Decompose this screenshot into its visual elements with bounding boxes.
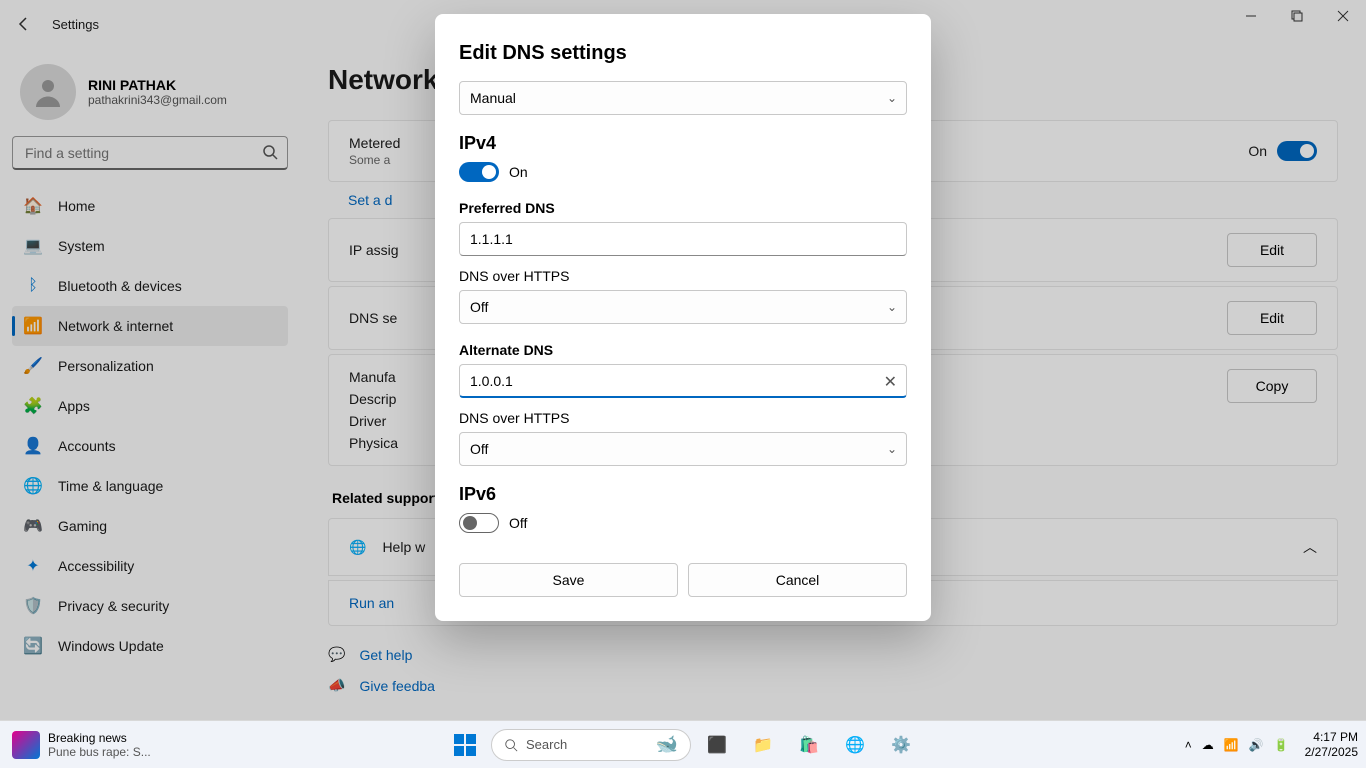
- folder-icon: 📁: [753, 735, 773, 755]
- edge-icon: 🌐: [845, 735, 865, 755]
- edge-button[interactable]: 🌐: [835, 725, 875, 765]
- windows-icon: [454, 734, 476, 756]
- gear-icon: ⚙️: [891, 735, 911, 755]
- search-decoration-icon: 🐋: [656, 734, 678, 755]
- ipv4-toggle-label: On: [509, 164, 528, 180]
- widget-sub: Pune bus rape: S...: [48, 745, 151, 759]
- ipv6-toggle-label: Off: [509, 515, 527, 531]
- ipv6-heading: IPv6: [459, 484, 907, 505]
- news-widget[interactable]: Breaking news Pune bus rape: S...: [0, 731, 151, 759]
- dns-mode-select[interactable]: Manual: [459, 81, 907, 115]
- preferred-dns-label: Preferred DNS: [459, 200, 907, 216]
- explorer-button[interactable]: 📁: [743, 725, 783, 765]
- modal-overlay: Edit DNS settings Manual ⌄ IPv4 On Prefe…: [0, 0, 1366, 768]
- settings-taskbar-button[interactable]: ⚙️: [881, 725, 921, 765]
- clear-input-icon[interactable]: ✕: [884, 372, 897, 392]
- doh1-label: DNS over HTTPS: [459, 268, 907, 284]
- store-button[interactable]: 🛍️: [789, 725, 829, 765]
- ipv6-toggle[interactable]: [459, 513, 499, 533]
- store-icon: 🛍️: [799, 735, 819, 755]
- taskbar: Breaking news Pune bus rape: S... Search…: [0, 720, 1366, 768]
- date-label: 2/27/2025: [1305, 745, 1358, 759]
- time-label: 4:17 PM: [1305, 730, 1358, 744]
- ipv4-toggle[interactable]: [459, 162, 499, 182]
- task-view-button[interactable]: ⬛: [697, 725, 737, 765]
- volume-icon[interactable]: 🔊: [1249, 738, 1264, 752]
- preferred-dns-input[interactable]: [459, 222, 907, 256]
- taskview-icon: ⬛: [707, 735, 727, 755]
- wifi-tray-icon[interactable]: 📶: [1224, 738, 1239, 752]
- doh1-select[interactable]: Off: [459, 290, 907, 324]
- doh2-select[interactable]: Off: [459, 432, 907, 466]
- tray-chevron-icon[interactable]: ˄: [1185, 738, 1192, 752]
- start-button[interactable]: [445, 725, 485, 765]
- alternate-dns-input[interactable]: [459, 364, 907, 398]
- dns-settings-modal: Edit DNS settings Manual ⌄ IPv4 On Prefe…: [435, 14, 931, 621]
- search-icon: [504, 738, 518, 752]
- taskbar-search[interactable]: Search 🐋: [491, 729, 691, 761]
- widget-title: Breaking news: [48, 731, 151, 745]
- news-icon: [12, 731, 40, 759]
- cancel-button[interactable]: Cancel: [688, 563, 907, 597]
- battery-icon[interactable]: 🔋: [1274, 738, 1289, 752]
- save-button[interactable]: Save: [459, 563, 678, 597]
- alternate-dns-label: Alternate DNS: [459, 342, 907, 358]
- onedrive-icon[interactable]: ☁: [1202, 738, 1214, 752]
- ipv4-heading: IPv4: [459, 133, 907, 154]
- modal-title: Edit DNS settings: [459, 42, 907, 65]
- clock[interactable]: 4:17 PM 2/27/2025: [1305, 730, 1358, 759]
- doh2-label: DNS over HTTPS: [459, 410, 907, 426]
- taskbar-search-label: Search: [526, 737, 567, 752]
